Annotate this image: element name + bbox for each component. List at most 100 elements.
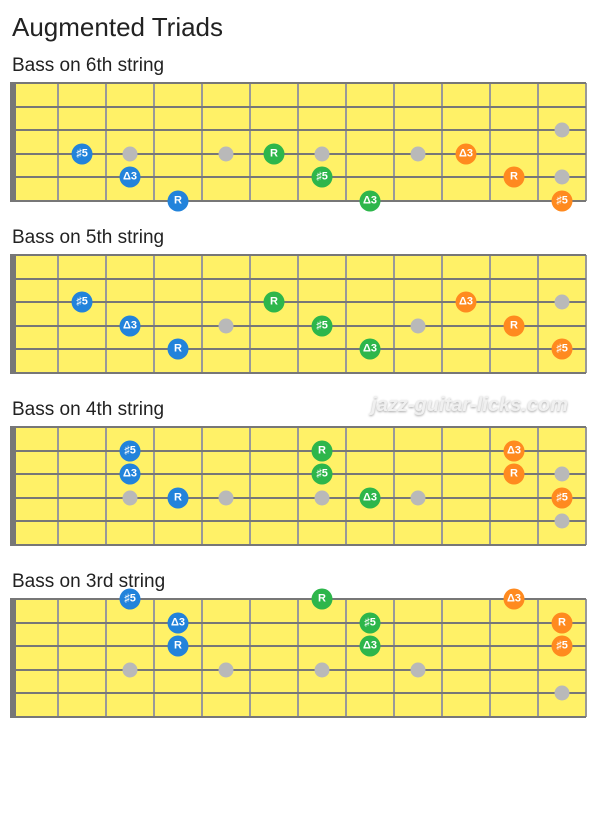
note-dot: ♯5 <box>312 315 333 336</box>
string-line <box>10 153 586 155</box>
string-line <box>10 301 586 303</box>
note-dot: Δ3 <box>504 589 525 610</box>
note-dot: R <box>264 292 285 313</box>
fret-line <box>585 255 587 373</box>
note-dot: ♯5 <box>360 612 381 633</box>
string-line <box>10 325 586 327</box>
fret-line <box>249 255 251 373</box>
position-marker <box>555 514 570 529</box>
note-dot: Δ3 <box>456 143 477 164</box>
diagram-container: Bass on 6th string♯5Δ3RR♯5Δ3Δ3R♯5Bass on… <box>8 55 588 717</box>
section-title: Bass on 5th string <box>12 227 588 249</box>
note-dot: Δ3 <box>120 167 141 188</box>
position-marker <box>219 662 234 677</box>
position-marker <box>555 170 570 185</box>
string-line <box>10 176 586 178</box>
position-marker <box>555 467 570 482</box>
note-dot: R <box>168 191 189 212</box>
fret-line <box>489 427 491 545</box>
position-marker <box>123 662 138 677</box>
fret-line <box>153 255 155 373</box>
fret-line <box>585 427 587 545</box>
string-line <box>10 716 586 718</box>
fret-line <box>393 599 395 717</box>
note-dot: R <box>504 464 525 485</box>
string-line <box>10 200 586 202</box>
note-dot: Δ3 <box>360 487 381 508</box>
fret-line <box>393 255 395 373</box>
position-marker <box>315 662 330 677</box>
note-dot: R <box>552 612 573 633</box>
fret-line <box>537 83 539 201</box>
fret-line <box>105 599 107 717</box>
note-dot: ♯5 <box>552 339 573 360</box>
diagram-group: Bass on 5th string♯5Δ3RR♯5Δ3Δ3R♯5 <box>8 227 588 373</box>
position-marker <box>411 662 426 677</box>
section-title: Bass on 3rd string <box>12 571 588 593</box>
fret-line <box>441 427 443 545</box>
fret-line <box>393 427 395 545</box>
position-marker <box>123 146 138 161</box>
note-dot: Δ3 <box>504 440 525 461</box>
string-line <box>10 450 586 452</box>
fret-line <box>249 599 251 717</box>
fret-line <box>297 83 299 201</box>
note-dot: R <box>312 440 333 461</box>
note-dot: Δ3 <box>360 636 381 657</box>
fret-line <box>57 255 59 373</box>
note-dot: ♯5 <box>72 292 93 313</box>
note-dot: R <box>168 339 189 360</box>
fretboard: ♯5Δ3RR♯5Δ3Δ3R♯5 <box>10 83 586 201</box>
fret-line <box>249 83 251 201</box>
nut-line <box>10 599 16 717</box>
note-dot: ♯5 <box>312 167 333 188</box>
note-dot: R <box>168 636 189 657</box>
fret-line <box>345 599 347 717</box>
string-line <box>10 497 586 499</box>
fret-line <box>537 427 539 545</box>
note-dot: Δ3 <box>120 464 141 485</box>
fret-line <box>201 427 203 545</box>
fret-line <box>345 255 347 373</box>
fret-line <box>57 599 59 717</box>
position-marker <box>315 146 330 161</box>
string-line <box>10 426 586 428</box>
fret-line <box>489 599 491 717</box>
note-dot: ♯5 <box>312 464 333 485</box>
fret-line <box>105 255 107 373</box>
fret-line <box>57 427 59 545</box>
note-dot: Δ3 <box>120 315 141 336</box>
position-marker <box>219 490 234 505</box>
note-dot: Δ3 <box>456 292 477 313</box>
fret-line <box>57 83 59 201</box>
position-marker <box>411 318 426 333</box>
string-line <box>10 348 586 350</box>
fretboard: ♯5Δ3RR♯5Δ3Δ3R♯5 <box>10 427 586 545</box>
note-dot: Δ3 <box>168 612 189 633</box>
string-line <box>10 669 586 671</box>
position-marker <box>555 123 570 138</box>
note-dot: ♯5 <box>72 143 93 164</box>
position-marker <box>219 146 234 161</box>
fret-line <box>537 599 539 717</box>
string-line <box>10 372 586 374</box>
position-marker <box>411 146 426 161</box>
string-line <box>10 544 586 546</box>
fret-line <box>441 599 443 717</box>
string-line <box>10 520 586 522</box>
fret-line <box>345 427 347 545</box>
section-title: Bass on 4th string <box>12 399 588 421</box>
position-marker <box>555 295 570 310</box>
note-dot: ♯5 <box>552 636 573 657</box>
fret-line <box>537 255 539 373</box>
fret-line <box>201 599 203 717</box>
fret-line <box>297 427 299 545</box>
string-line <box>10 598 586 600</box>
fret-line <box>105 427 107 545</box>
string-line <box>10 692 586 694</box>
nut-line <box>10 427 16 545</box>
fret-line <box>105 83 107 201</box>
position-marker <box>123 490 138 505</box>
fret-line <box>489 255 491 373</box>
string-line <box>10 106 586 108</box>
